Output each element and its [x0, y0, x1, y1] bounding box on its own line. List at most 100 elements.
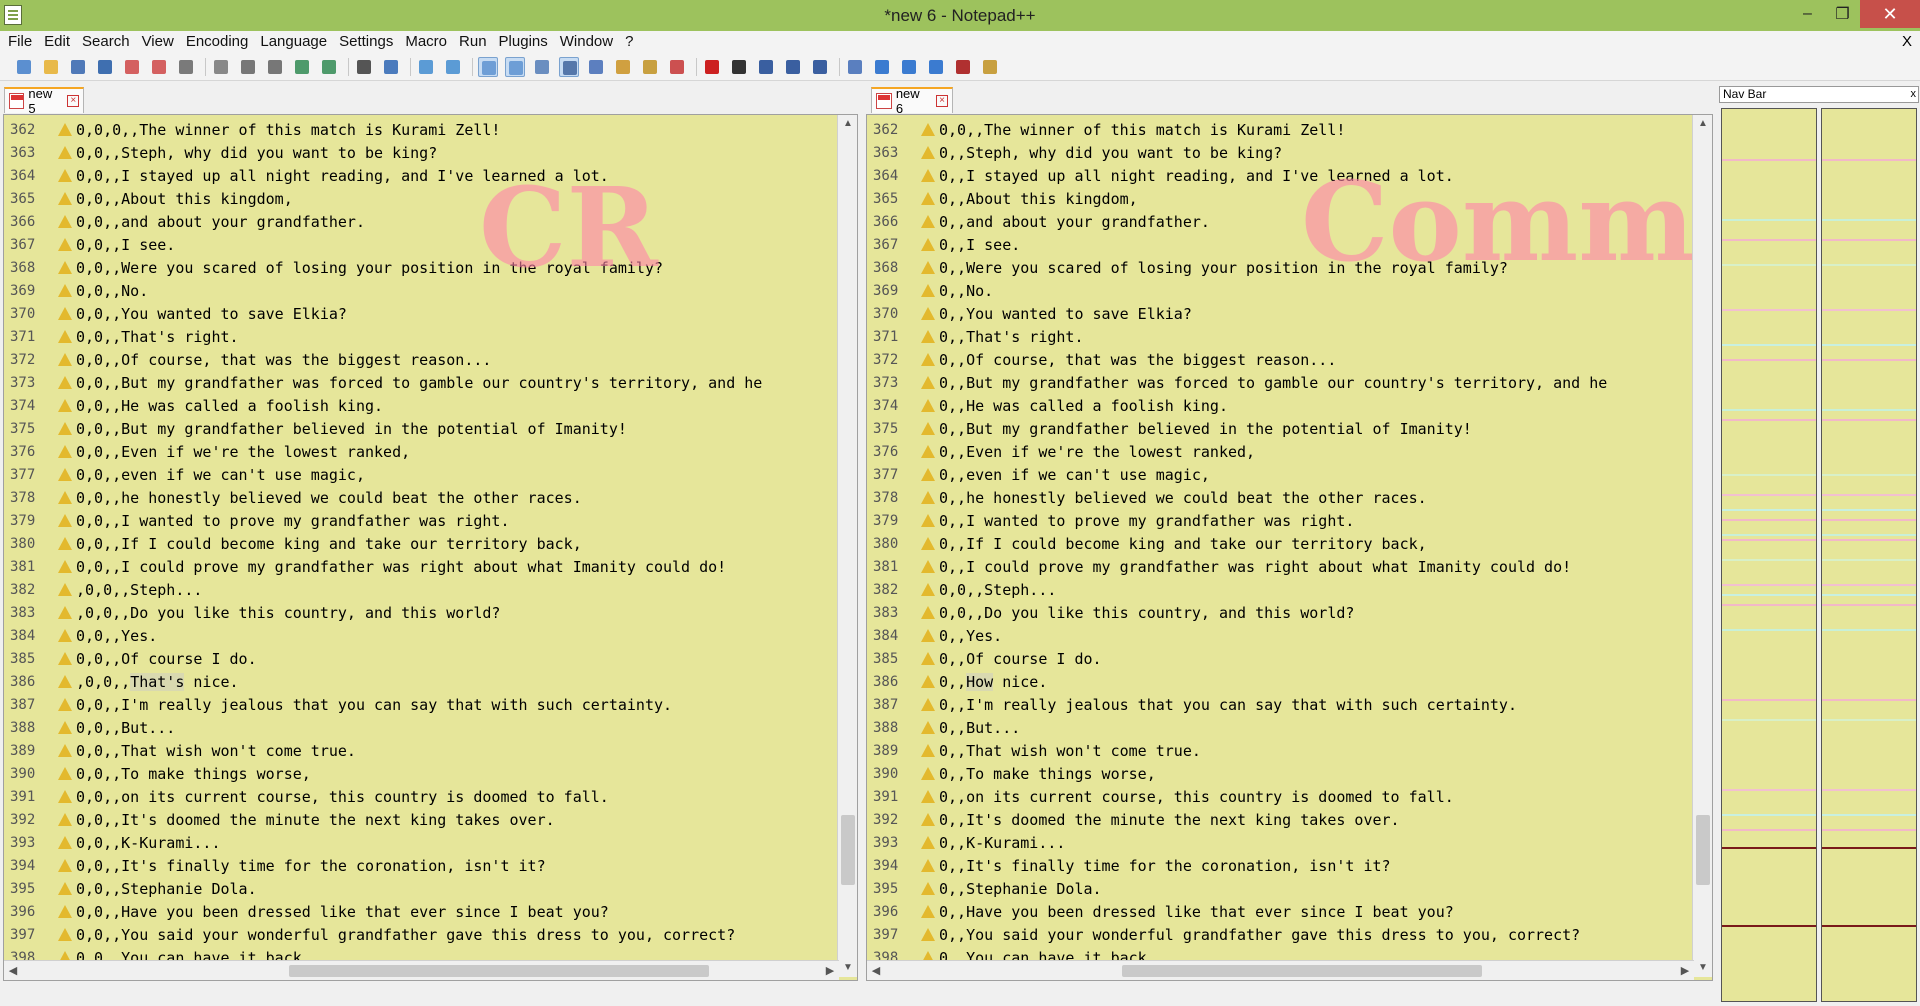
nav-map-right[interactable]	[1821, 108, 1917, 1002]
sync-horizontal-icon[interactable]	[505, 57, 525, 77]
editor-line[interactable]: 392 0,,It's doomed the minute the next ki…	[867, 809, 1712, 832]
editor-line[interactable]: 365 0,,About this kingdom,	[867, 188, 1712, 211]
scroll-left-icon[interactable]: ◀	[4, 961, 22, 980]
editor-line[interactable]: 384 0,0,,Yes.	[4, 625, 857, 648]
editor-line[interactable]: 393 0,0,,K-Kurami...	[4, 832, 857, 855]
tab-close-icon[interactable]: ×	[936, 95, 948, 107]
editor-line[interactable]: 388 0,,But...	[867, 717, 1712, 740]
function-list-icon[interactable]	[640, 57, 660, 77]
scroll-left-icon[interactable]: ◀	[867, 961, 885, 980]
maximize-button[interactable]: ❐	[1820, 0, 1865, 28]
plugin-icon[interactable]	[980, 57, 1000, 77]
editor-line[interactable]: 395 0,,Stephanie Dola.	[867, 878, 1712, 901]
tab-new-5[interactable]: new 5 ×	[4, 86, 84, 116]
editor-line[interactable]: 375 0,,But my grandfather believed in the…	[867, 418, 1712, 441]
scroll-down-icon[interactable]: ▼	[1693, 959, 1712, 977]
editor-line[interactable]: 381 0,0,,I could prove my grandfather was…	[4, 556, 857, 579]
redo-icon[interactable]	[319, 57, 339, 77]
editor-line[interactable]: 388 0,0,,But...	[4, 717, 857, 740]
editor-line[interactable]: 374 0,,He was called a foolish king.	[867, 395, 1712, 418]
indent-guide-icon[interactable]	[586, 57, 606, 77]
nav-map-left[interactable]	[1721, 108, 1817, 1002]
menu-encoding[interactable]: Encoding	[180, 31, 255, 53]
replace-icon[interactable]	[381, 57, 401, 77]
right-horizontal-scrollbar[interactable]: ◀ ▶	[867, 960, 1694, 980]
editor-line[interactable]: 371 0,0,,That's right.	[4, 326, 857, 349]
doc-map-icon[interactable]	[613, 57, 633, 77]
editor-line[interactable]: 372 0,0,,Of course, that was the biggest …	[4, 349, 857, 372]
left-vertical-scrollbar[interactable]: ▲ ▼	[837, 115, 857, 977]
menu-plugins[interactable]: Plugins	[493, 31, 554, 53]
menu-view[interactable]: View	[136, 31, 180, 53]
editor-line[interactable]: 385 0,0,,Of course I do.	[4, 648, 857, 671]
editor-line[interactable]: 370 0,,You wanted to save Elkia?	[867, 303, 1712, 326]
editor-line[interactable]: 391 0,0,,on its current course, this coun…	[4, 786, 857, 809]
menu-edit[interactable]: Edit	[38, 31, 76, 53]
scroll-up-icon[interactable]: ▲	[1693, 115, 1712, 133]
editor-line[interactable]: 373 0,,But my grandfather was forced to g…	[867, 372, 1712, 395]
editor-line[interactable]: 386 ,0,0,,That's nice.	[4, 671, 857, 694]
editor-line[interactable]: 375 0,0,,But my grandfather believed in t…	[4, 418, 857, 441]
save-macro-icon[interactable]	[810, 57, 830, 77]
nav-viewport-indicator[interactable]	[1722, 847, 1816, 927]
play-macro-icon[interactable]	[756, 57, 776, 77]
prev-diff-icon[interactable]	[872, 57, 892, 77]
editor-line[interactable]: 365 0,0,,About this kingdom,	[4, 188, 857, 211]
editor-line[interactable]: 366 0,,and about your grandfather.	[867, 211, 1712, 234]
zoom-out-icon[interactable]	[443, 57, 463, 77]
tab-close-icon[interactable]: ×	[67, 95, 80, 107]
paste-icon[interactable]	[265, 57, 285, 77]
editor-line[interactable]: 389 0,0,,That wish won't come true.	[4, 740, 857, 763]
editor-line[interactable]: 362 0,0,0,,The winner of this match is Ku…	[4, 119, 857, 142]
editor-line[interactable]: 392 0,0,,It's doomed the minute the next …	[4, 809, 857, 832]
editor-line[interactable]: 377 0,0,,even if we can't use magic,	[4, 464, 857, 487]
compare-icon[interactable]	[845, 57, 865, 77]
close-icon[interactable]	[122, 57, 142, 77]
editor-line[interactable]: 373 0,0,,But my grandfather was forced to…	[4, 372, 857, 395]
editor-line[interactable]: 386 0,,How nice.	[867, 671, 1712, 694]
editor-line[interactable]: 368 0,0,,Were you scared of losing your p…	[4, 257, 857, 280]
menu-search[interactable]: Search	[76, 31, 136, 53]
undo-icon[interactable]	[292, 57, 312, 77]
editor-line[interactable]: 385 0,,Of course I do.	[867, 648, 1712, 671]
menu-window[interactable]: Window	[554, 31, 619, 53]
editor-line[interactable]: 380 0,,If I could become king and take ou…	[867, 533, 1712, 556]
record-macro-icon[interactable]	[702, 57, 722, 77]
editor-line[interactable]: 394 0,,It's finally time for the coronati…	[867, 855, 1712, 878]
editor-line[interactable]: 382 0,0,,Steph...	[867, 579, 1712, 602]
scroll-thumb[interactable]	[1696, 815, 1710, 885]
menu-file[interactable]: File	[2, 31, 38, 53]
zoom-in-icon[interactable]	[416, 57, 436, 77]
editor-line[interactable]: 367 0,0,,I see.	[4, 234, 857, 257]
left-editor[interactable]: 362 0,0,0,,The winner of this match is Ku…	[3, 114, 858, 981]
run-macro-multiple-icon[interactable]	[783, 57, 803, 77]
editor-line[interactable]: 376 0,0,,Even if we're the lowest ranked,	[4, 441, 857, 464]
next-diff-icon[interactable]	[899, 57, 919, 77]
editor-line[interactable]: 363 0,,Steph, why did you want to be king…	[867, 142, 1712, 165]
editor-line[interactable]: 367 0,,I see.	[867, 234, 1712, 257]
editor-line[interactable]: 372 0,,Of course, that was the biggest re…	[867, 349, 1712, 372]
editor-line[interactable]: 396 0,,Have you been dressed like that ev…	[867, 901, 1712, 924]
editor-line[interactable]: 394 0,0,,It's finally time for the corona…	[4, 855, 857, 878]
new-file-icon[interactable]	[14, 57, 34, 77]
editor-line[interactable]: 371 0,,That's right.	[867, 326, 1712, 349]
menu-help[interactable]: ?	[619, 31, 639, 53]
open-file-icon[interactable]	[41, 57, 61, 77]
menu-settings[interactable]: Settings	[333, 31, 399, 53]
editor-line[interactable]: 395 0,0,,Stephanie Dola.	[4, 878, 857, 901]
editor-line[interactable]: 378 0,,he honestly believed we could beat…	[867, 487, 1712, 510]
save-icon[interactable]	[68, 57, 88, 77]
nav-viewport-indicator[interactable]	[1822, 847, 1916, 927]
stop-macro-icon[interactable]	[729, 57, 749, 77]
scroll-thumb[interactable]	[841, 815, 855, 885]
folder-workspace-icon[interactable]	[667, 57, 687, 77]
close-all-icon[interactable]	[149, 57, 169, 77]
editor-line[interactable]: 391 0,,on its current course, this countr…	[867, 786, 1712, 809]
save-all-icon[interactable]	[95, 57, 115, 77]
copy-icon[interactable]	[238, 57, 258, 77]
editor-line[interactable]: 364 0,,I stayed up all night reading, and…	[867, 165, 1712, 188]
editor-line[interactable]: 377 0,,even if we can't use magic,	[867, 464, 1712, 487]
editor-line[interactable]: 397 0,,You said your wonderful grandfathe…	[867, 924, 1712, 947]
nav-bar-close-icon[interactable]: x	[1911, 87, 1917, 102]
editor-line[interactable]: 383 ,0,0,,Do you like this country, and t…	[4, 602, 857, 625]
